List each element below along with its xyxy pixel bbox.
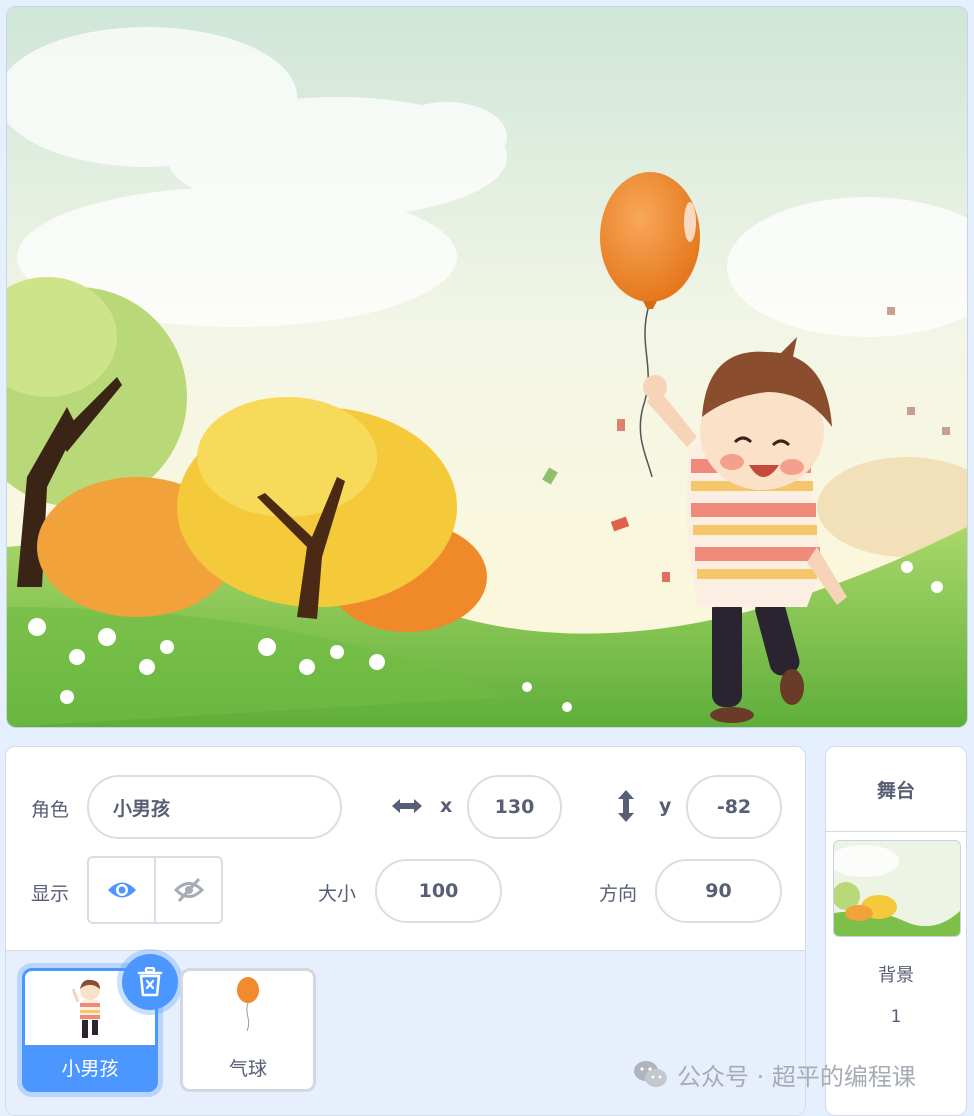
sprite-tile-balloon[interactable]: 气球 [180, 968, 316, 1092]
sprite-name-value: 小男孩 [113, 797, 171, 820]
sprite-name-balloon: 气球 [228, 1057, 267, 1080]
y-position-input[interactable]: -82 [686, 775, 782, 839]
stage-canvas[interactable] [6, 6, 968, 728]
direction-value: 90 [705, 880, 732, 902]
sprite-tile-boy[interactable]: 小男孩 [22, 954, 178, 1092]
hide-button[interactable] [154, 858, 221, 922]
boy-thumbnail-image [71, 979, 100, 1038]
direction-input[interactable]: 90 [655, 859, 782, 923]
horizontal-arrows-icon [392, 799, 422, 813]
sprite-label: 角色 [31, 799, 70, 821]
stage-title: 舞台 [826, 747, 966, 832]
vertical-arrows-icon [618, 790, 634, 822]
backdrops-count: 1 [890, 1007, 902, 1027]
y-value: -82 [716, 796, 752, 818]
x-position-input[interactable]: 130 [467, 775, 562, 839]
size-input[interactable]: 100 [375, 859, 502, 923]
wechat-icon [634, 1061, 667, 1087]
backdrops-label: 背景 [878, 965, 914, 986]
watermark: 公众号 · 超平的编程课 [633, 1058, 916, 1091]
size-label: 大小 [318, 883, 357, 905]
eye-off-icon [173, 877, 204, 903]
delete-sprite-button[interactable] [122, 954, 178, 1010]
backdrop-thumbnail-image [834, 841, 960, 936]
sprite-thumbnail-balloon [183, 971, 313, 1047]
show-label: 显示 [31, 883, 70, 905]
sprite-name-input[interactable]: 小男孩 [87, 775, 342, 839]
balloon-thumbnail-image [237, 977, 259, 1032]
y-label: y [659, 795, 672, 817]
x-value: 130 [494, 796, 535, 818]
sprite-properties: 角色 小男孩 x 130 y -82 显示 大小 100 方向 90 [6, 747, 805, 950]
size-value: 100 [418, 880, 459, 902]
x-label: x [440, 795, 453, 817]
direction-label: 方向 [599, 883, 638, 905]
eye-icon [107, 882, 136, 898]
trash-icon [137, 967, 163, 997]
show-button[interactable] [89, 858, 154, 922]
visibility-toggle [87, 856, 223, 924]
stage-scene [7, 7, 967, 727]
sprite-name-boy: 小男孩 [25, 1045, 155, 1089]
backdrop-thumbnail [833, 840, 961, 937]
watermark-text: 公众号 · 超平的编程课 [677, 1062, 916, 1091]
